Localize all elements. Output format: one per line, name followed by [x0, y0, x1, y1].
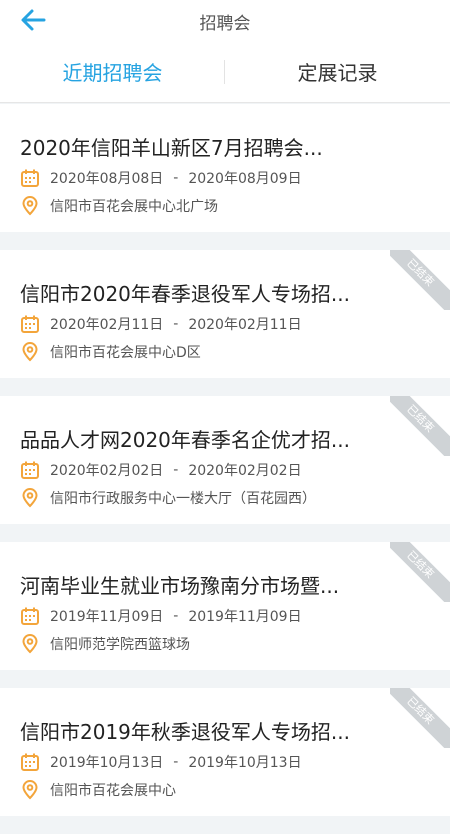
fair-card[interactable]: 信阳市2019年秋季退役军人专场招... 2019年10月13日 -2019年10月… [0, 688, 450, 816]
ended-badge: 已结束 [390, 688, 450, 748]
tab-recent-fairs[interactable]: 近期招聘会 [0, 40, 225, 102]
fair-date-row: 2020年08月08日 -2020年08月09日 [20, 168, 302, 188]
tab-booking-records[interactable]: 定展记录 [225, 40, 450, 102]
fair-start-date: 2019年10月13日 [50, 755, 164, 771]
tab-bar: 近期招聘会 定展记录 [0, 40, 450, 103]
ended-badge: 已结束 [390, 250, 450, 310]
fair-end-date: 2019年10月13日 [188, 755, 302, 771]
calendar-icon [21, 461, 39, 479]
fair-list: 2020年信阳羊山新区7月招聘会... 2020年08月08日 -2020年08月0… [0, 104, 450, 834]
fair-end-date: 2020年02月02日 [188, 463, 302, 479]
ended-ribbon: 已结束 [390, 542, 450, 602]
calendar-icon [21, 753, 39, 771]
fair-card[interactable]: 信阳市2020年春季退役军人专场招... 2020年02月11日 -2020年02月… [0, 250, 450, 378]
fair-location-row: 信阳市百花会展中心D区 [20, 342, 201, 362]
fair-card[interactable]: 品品人才网2020年春季名企优才招... 2020年02月02日 -2020年02月… [0, 396, 450, 524]
date-separator: - [173, 316, 179, 332]
fair-location-row: 信阳市行政服务中心一楼大厅（百花园西） [20, 488, 316, 508]
fair-location: 信阳市百花会展中心 [50, 783, 176, 799]
ended-ribbon: 已结束 [390, 396, 450, 456]
date-separator: - [173, 754, 179, 770]
fair-location-row: 信阳市百花会展中心 [20, 780, 176, 800]
fair-end-date: 2019年11月09日 [188, 609, 302, 625]
ended-badge: 已结束 [390, 396, 450, 456]
date-separator: - [173, 608, 179, 624]
ended-badge: 已结束 [390, 542, 450, 602]
page-title: 招聘会 [199, 14, 251, 34]
fair-date-row: 2020年02月02日 -2020年02月02日 [20, 460, 302, 480]
calendar-icon [21, 607, 39, 625]
calendar-icon [21, 315, 39, 333]
fair-title: 信阳市2019年秋季退役军人专场招... [20, 720, 350, 744]
date-separator: - [173, 462, 179, 478]
ended-ribbon: 已结束 [390, 688, 450, 748]
fair-date-row: 2019年11月09日 -2019年11月09日 [20, 606, 302, 626]
calendar-icon [21, 169, 39, 187]
fair-location-row: 信阳市百花会展中心北广场 [20, 196, 218, 216]
fair-title: 品品人才网2020年春季名企优才招... [20, 428, 350, 452]
fair-end-date: 2020年02月11日 [188, 317, 302, 333]
fair-location: 信阳市百花会展中心北广场 [50, 199, 218, 215]
fair-location-row: 信阳师范学院西篮球场 [20, 634, 190, 654]
fair-card[interactable]: 2020年信阳羊山新区7月招聘会... 2020年08月08日 -2020年08月0… [0, 104, 450, 232]
location-pin-icon [22, 780, 38, 800]
fair-start-date: 2020年02月02日 [50, 463, 164, 479]
top-bar: 招聘会 [0, 0, 450, 40]
date-separator: - [173, 170, 179, 186]
fair-location: 信阳市百花会展中心D区 [50, 345, 201, 361]
fair-card[interactable]: 河南毕业生就业市场豫南分市场暨... 2019年11月09日 -2019年11月09… [0, 542, 450, 670]
location-pin-icon [22, 634, 38, 654]
location-pin-icon [22, 196, 38, 216]
location-pin-icon [22, 342, 38, 362]
fair-date-row: 2020年02月11日 -2020年02月11日 [20, 314, 302, 334]
fair-start-date: 2020年08月08日 [50, 171, 164, 187]
fair-start-date: 2019年11月09日 [50, 609, 164, 625]
fair-title: 河南毕业生就业市场豫南分市场暨... [20, 574, 340, 598]
fair-title: 2020年信阳羊山新区7月招聘会... [20, 136, 323, 160]
fair-location: 信阳市行政服务中心一楼大厅（百花园西） [50, 491, 316, 507]
fair-end-date: 2020年08月09日 [188, 171, 302, 187]
ended-ribbon: 已结束 [390, 250, 450, 310]
fair-date-row: 2019年10月13日 -2019年10月13日 [20, 752, 302, 772]
fair-title: 信阳市2020年春季退役军人专场招... [20, 282, 350, 306]
fair-location: 信阳师范学院西篮球场 [50, 637, 190, 653]
fair-start-date: 2020年02月11日 [50, 317, 164, 333]
location-pin-icon [22, 488, 38, 508]
